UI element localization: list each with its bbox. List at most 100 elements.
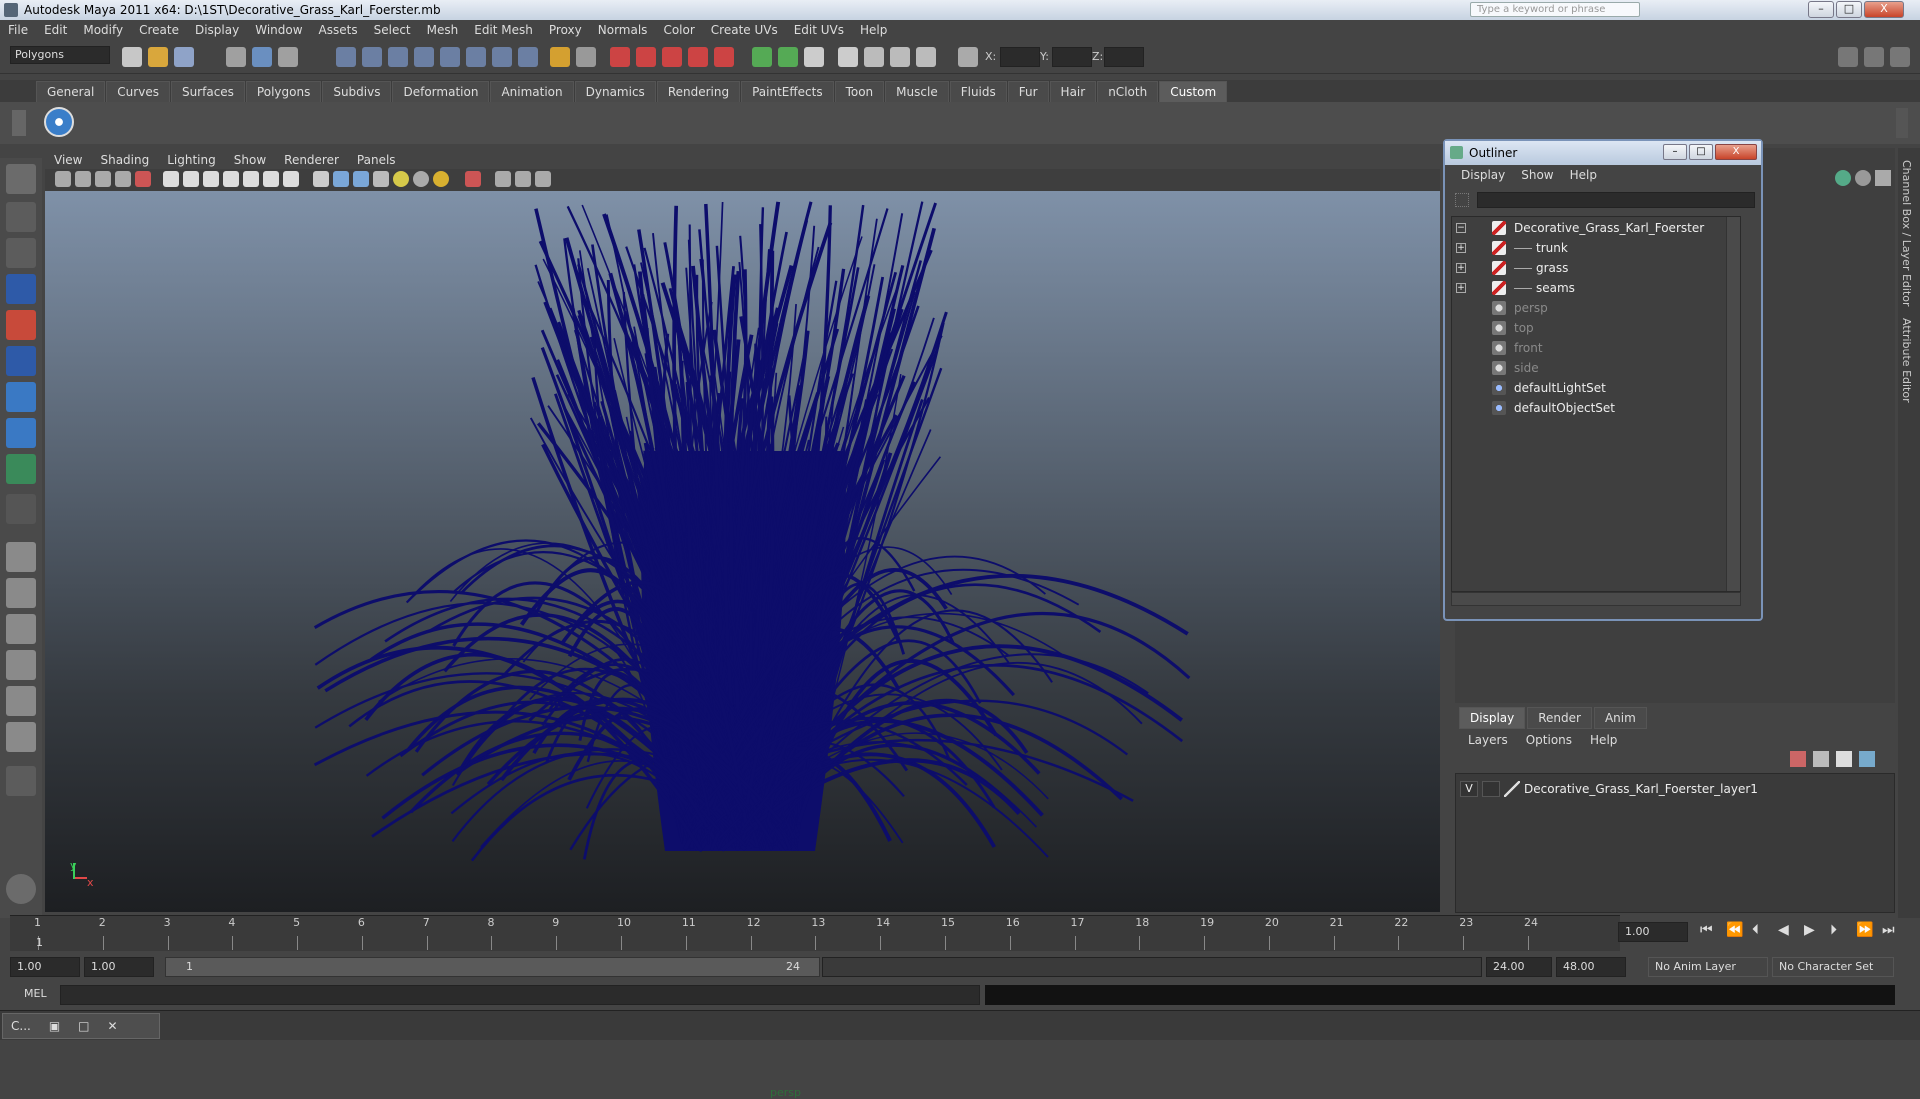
menu-create[interactable]: Create [131,23,187,37]
animation-start-field[interactable]: 1.00 [10,957,80,977]
shelf-tab-subdivs[interactable]: Subdivs [322,80,392,102]
outliner-menu-help[interactable]: Help [1562,168,1605,182]
render-frame-icon[interactable] [636,47,656,67]
textured-icon[interactable] [373,171,389,187]
current-time-marker[interactable]: 1 [36,936,43,949]
z-coordinate-field[interactable] [1104,47,1144,67]
shelf-tab-rendering[interactable]: Rendering [656,80,741,102]
gate-mask-icon[interactable] [223,171,239,187]
open-scene-icon[interactable] [148,47,168,67]
range-slider[interactable]: 1 24 [165,957,820,977]
side-tab-attribute-editor[interactable]: Attribute Editor [1900,318,1913,403]
shelf-tab-fur[interactable]: Fur [1007,80,1049,102]
shelf-tab-polygons[interactable]: Polygons [245,80,322,102]
outliner-menu-display[interactable]: Display [1453,168,1513,182]
viewport-menu-shading[interactable]: Shading [91,153,158,167]
outliner-menu-show[interactable]: Show [1513,168,1561,182]
default-lighting-icon[interactable] [393,171,409,187]
help-search-input[interactable]: Type a keyword or phrase [1470,2,1640,17]
step-back-key-icon[interactable]: ⏴ [1752,922,1759,938]
outliner-item[interactable]: + trunk [1456,238,1568,258]
render-settings-icon[interactable] [688,47,708,67]
menu-modify[interactable]: Modify [75,23,131,37]
paint-select-tool-icon[interactable] [6,238,36,268]
new-scene-icon[interactable] [122,47,142,67]
maximize-button[interactable]: □ [1836,1,1862,18]
move-layer-up-icon[interactable] [1836,751,1852,767]
range-slider-track[interactable] [822,957,1482,977]
outliner-layout-icon[interactable] [6,614,36,644]
menu-edit-mesh[interactable]: Edit Mesh [466,23,541,37]
shelf-tab-painteffects[interactable]: PaintEffects [741,80,834,102]
shadows-icon[interactable] [433,171,449,187]
outliner-item[interactable]: + grass [1456,258,1568,278]
sidebar-toggle-icon[interactable] [804,47,824,67]
scale-tool-icon[interactable] [6,346,36,376]
shelf-scroll-icon[interactable] [1896,108,1908,138]
layer-color-swatch-icon[interactable] [1504,781,1520,797]
outliner-item[interactable]: persp [1492,298,1548,318]
camera-icon[interactable] [864,47,884,67]
safe-action-icon[interactable] [263,171,279,187]
outliner-item[interactable]: defaultObjectSet [1492,398,1615,418]
snap-plane-icon[interactable] [414,47,434,67]
soft-mod-tool-icon[interactable] [6,418,36,448]
play-backwards-icon[interactable]: ◀ [1778,922,1789,938]
close-window-icon[interactable]: ✕ [108,1019,118,1033]
layer-menu-options[interactable]: Options [1517,733,1581,747]
shelf-tab-ncloth[interactable]: nCloth [1097,80,1159,102]
layer-menu-help[interactable]: Help [1581,733,1626,747]
command-language-label[interactable]: MEL [24,987,47,1000]
menu-set-selector[interactable]: Polygons [10,46,110,64]
outliner-item[interactable]: − Decorative_Grass_Karl_Foerster [1456,218,1704,238]
outliner-item[interactable]: top [1492,318,1534,338]
history-icon[interactable] [466,47,486,67]
script-editor-icon[interactable] [838,47,858,67]
character-set-selector[interactable]: No Character Set [1772,957,1894,977]
maximize-window-icon[interactable]: □ [78,1019,89,1033]
outliner-item-label[interactable]: top [1514,321,1534,335]
select-component-icon[interactable] [278,47,298,67]
menu-file[interactable]: File [0,23,36,37]
wireframe-on-shaded-icon[interactable] [353,171,369,187]
expand-collapse-icon[interactable]: + [1456,263,1466,273]
viewport-menu-show[interactable]: Show [225,153,275,167]
selection-highlight-icon[interactable] [576,47,596,67]
x-ray-joints-icon[interactable] [515,171,531,187]
expand-collapse-icon[interactable]: − [1456,223,1466,233]
hypershade-icon[interactable] [714,47,734,67]
outliner-item[interactable]: side [1492,358,1539,378]
viewport-menu-panels[interactable]: Panels [348,153,405,167]
outliner-minimize-button[interactable]: – [1663,144,1687,160]
all-lights-icon[interactable] [413,171,429,187]
layer-tab-render[interactable]: Render [1527,707,1592,729]
construction-history-icon[interactable] [492,47,512,67]
outliner-filter-icon[interactable] [1455,193,1469,207]
side-tab-channel-box[interactable]: Channel Box / Layer Editor [1900,160,1913,307]
save-scene-icon[interactable] [174,47,194,67]
snap-curve-icon[interactable] [362,47,382,67]
current-frame-field[interactable]: 1.00 [1618,922,1688,942]
shelf-tab-toon[interactable]: Toon [834,80,885,102]
menu-assets[interactable]: Assets [311,23,366,37]
select-hierarchy-icon[interactable] [226,47,246,67]
wireframe-icon[interactable] [313,171,329,187]
outliner-item-label[interactable]: trunk [1536,241,1568,255]
shelf-tab-hair[interactable]: Hair [1049,80,1097,102]
outliner-horizontal-scrollbar[interactable] [1451,592,1741,606]
smooth-shade-icon[interactable] [333,171,349,187]
layout-options-icon[interactable] [6,766,36,796]
camera-bookmark-icon[interactable] [75,171,91,187]
outliner-close-button[interactable]: X [1715,144,1757,160]
new-layer-from-selection-icon[interactable] [1790,751,1806,767]
tool-settings-toggle-icon[interactable] [1890,47,1910,67]
channel-box-visibility-icon[interactable] [1855,170,1871,186]
outliner-filter-input[interactable] [1477,192,1755,208]
shelf-tab-dynamics[interactable]: Dynamics [574,80,656,102]
playback-start-field[interactable]: 1.00 [84,957,154,977]
menu-display[interactable]: Display [187,23,247,37]
attribute-editor-toggle-icon[interactable] [1864,47,1884,67]
render-layout-icon[interactable] [6,722,36,752]
snap-grid-icon[interactable] [336,47,356,67]
outliner-item-label[interactable]: defaultLightSet [1514,381,1606,395]
